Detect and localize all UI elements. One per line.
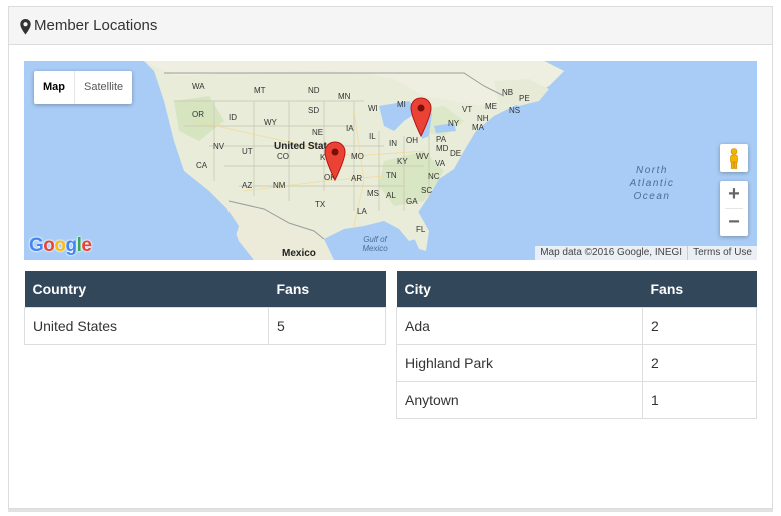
map-type-control: Map Satellite xyxy=(34,71,133,104)
label-state: NH xyxy=(477,114,489,123)
table-header-row: City Fans xyxy=(396,271,757,307)
label-state: TX xyxy=(315,200,326,209)
map-view[interactable]: WA MT ND MN WI MI OR ID SD WY IA NE IL I… xyxy=(24,61,757,260)
label-state: VT xyxy=(462,105,473,114)
label-state: CO xyxy=(277,152,289,161)
cell-city: Anytown xyxy=(396,380,643,419)
label-state: AL xyxy=(386,191,396,200)
column-header-city: City xyxy=(396,271,643,307)
cell-fans: 2 xyxy=(642,306,757,345)
zoom-in-button[interactable]: + xyxy=(720,181,748,208)
google-logo[interactable]: Google xyxy=(29,235,92,257)
panel-title: Member Locations xyxy=(34,17,158,34)
label-state: NV xyxy=(213,142,225,151)
panel-heading: Member Locations xyxy=(9,7,772,45)
label-state: MA xyxy=(472,123,484,132)
label-state: WA xyxy=(192,82,205,91)
label-state: NM xyxy=(273,181,286,190)
map-type-satellite-button[interactable]: Satellite xyxy=(75,71,132,104)
label-mexico: Mexico xyxy=(282,248,316,259)
label-gulf: Gulf of Mexico xyxy=(362,235,388,253)
label-state: ND xyxy=(308,86,320,95)
label-state: SD xyxy=(308,106,320,115)
cell-fans: 2 xyxy=(642,343,757,382)
cell-city: Ada xyxy=(396,306,643,345)
terms-of-use-link[interactable]: Terms of Use xyxy=(688,246,757,260)
cell-city: Highland Park xyxy=(396,343,643,382)
table-row: Highland Park 2 xyxy=(396,343,757,382)
street-view-button[interactable] xyxy=(720,144,748,172)
column-header-country: Country xyxy=(24,271,269,307)
label-state: AZ xyxy=(242,181,253,190)
label-state: SC xyxy=(421,186,433,195)
label-state: WI xyxy=(368,104,378,113)
label-state: NS xyxy=(509,106,521,115)
label-state: LA xyxy=(357,207,367,216)
label-state: ID xyxy=(229,113,237,122)
pegman-icon xyxy=(730,148,738,169)
label-state: ME xyxy=(485,102,497,111)
label-state: WY xyxy=(264,118,277,127)
label-state: KY xyxy=(397,157,408,166)
map-marker-icon xyxy=(20,19,31,35)
label-state: IL xyxy=(369,132,376,141)
label-state: NC xyxy=(428,172,440,181)
map-type-map-button[interactable]: Map xyxy=(34,71,74,104)
label-state: NY xyxy=(448,119,460,128)
cell-fans: 5 xyxy=(268,306,386,345)
label-state: FL xyxy=(416,225,426,234)
label-state: IN xyxy=(389,139,397,148)
label-state: OH xyxy=(406,136,418,145)
cell-country: United States xyxy=(24,306,269,345)
label-state: UT xyxy=(242,147,253,156)
city-table: City Fans Ada 2 Highland Park 2 Anytown … xyxy=(396,271,757,419)
panel-bottom-border xyxy=(8,509,773,512)
label-state: MO xyxy=(351,152,364,161)
table-row: Anytown 1 xyxy=(396,380,757,419)
label-state: CA xyxy=(196,161,208,170)
label-state: TN xyxy=(386,171,397,180)
table-row: Ada 2 xyxy=(396,306,757,345)
map-data-credit: Map data ©2016 Google, INEGI xyxy=(540,247,683,258)
zoom-out-button[interactable]: − xyxy=(720,209,748,236)
column-header-fans: Fans xyxy=(642,271,757,307)
label-state: MS xyxy=(367,189,379,198)
label-state: OR xyxy=(192,110,204,119)
label-state: MT xyxy=(254,86,266,95)
label-state: NE xyxy=(312,128,324,137)
label-state: MI xyxy=(397,100,406,109)
label-ocean: North Atlantic Ocean xyxy=(629,165,675,202)
country-table: Country Fans United States 5 xyxy=(24,271,386,345)
map-marker-ada[interactable] xyxy=(324,141,346,181)
column-header-fans: Fans xyxy=(268,271,386,307)
label-state: PE xyxy=(519,94,530,103)
label-state: MD xyxy=(436,144,449,153)
map-labels: WA MT ND MN WI MI OR ID SD WY IA NE IL I… xyxy=(24,61,757,260)
label-state: AR xyxy=(351,174,363,183)
label-state: WV xyxy=(416,152,429,161)
cell-fans: 1 xyxy=(642,380,757,419)
map-attribution: Map data ©2016 Google, INEGI Terms of Us… xyxy=(535,246,757,260)
label-state: PA xyxy=(436,135,447,144)
label-state: GA xyxy=(406,197,418,206)
map-marker-highland-park[interactable] xyxy=(410,97,432,137)
table-row: United States 5 xyxy=(24,306,386,345)
label-state: VA xyxy=(435,159,446,168)
label-state: IA xyxy=(346,124,354,133)
label-state: NB xyxy=(502,88,514,97)
zoom-control: + − xyxy=(720,181,748,236)
label-state: MN xyxy=(338,92,351,101)
table-header-row: Country Fans xyxy=(24,271,386,307)
label-state: DE xyxy=(450,149,462,158)
